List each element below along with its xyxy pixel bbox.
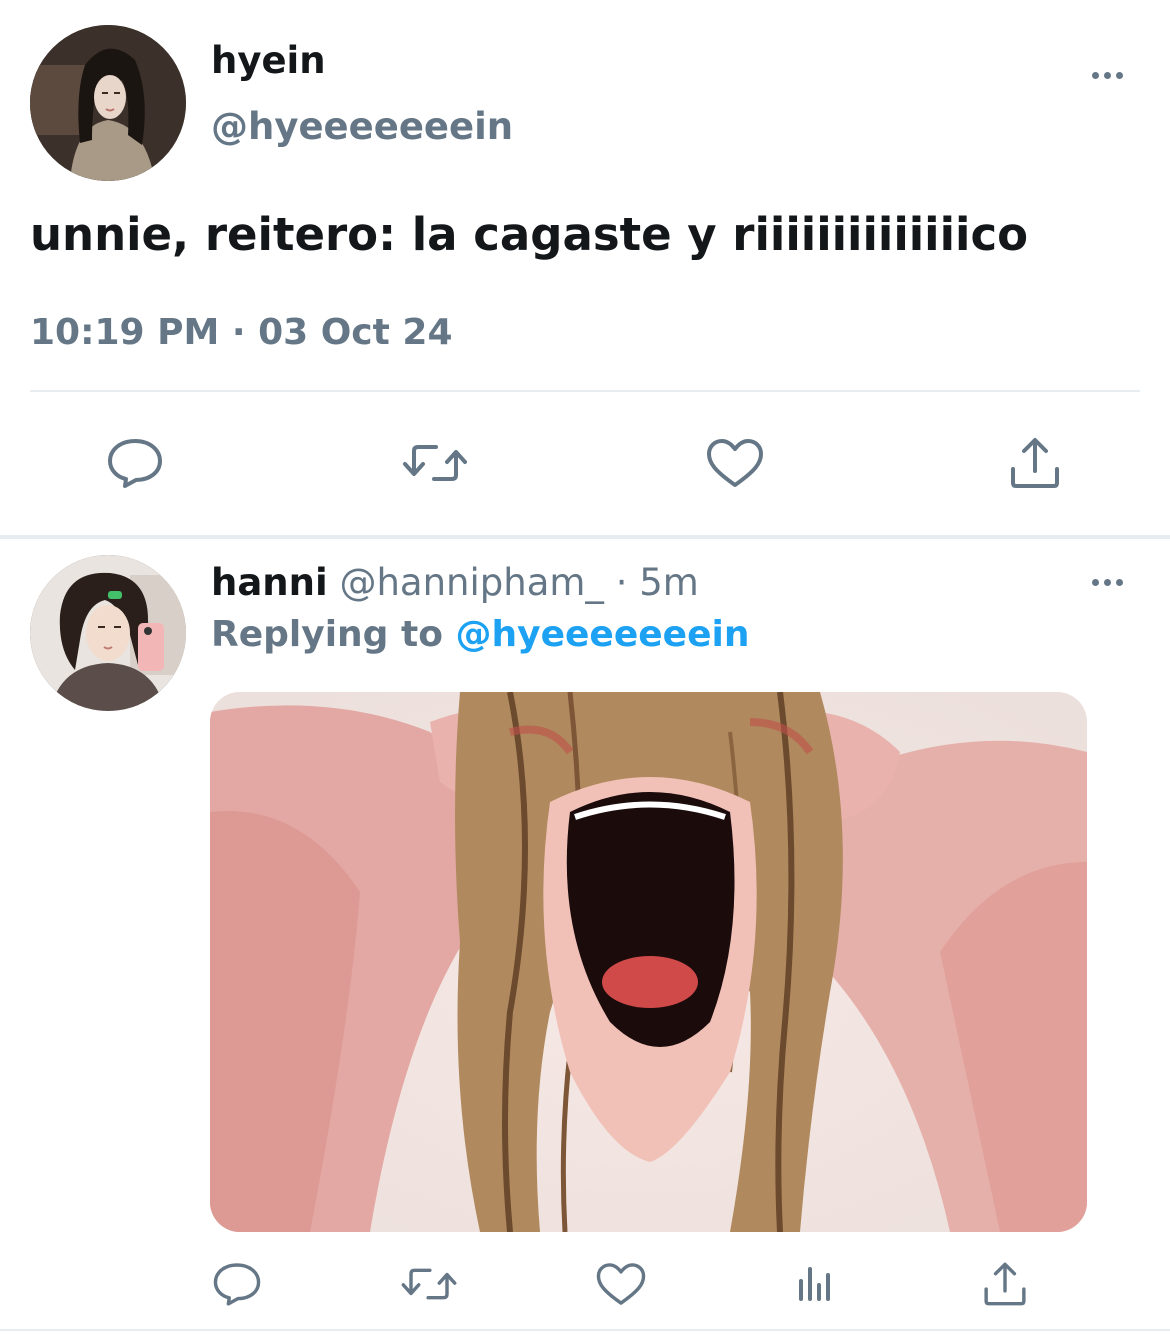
retweet-icon	[403, 445, 467, 481]
reply-author-display-name[interactable]: hanni	[211, 561, 328, 604]
retweet-button[interactable]	[398, 432, 472, 494]
like-button[interactable]	[700, 432, 770, 494]
author-display-name[interactable]: hyein	[211, 38, 326, 84]
tweet-text: unnie, reitero: la cagaste y riiiiiiiiii…	[30, 208, 1029, 261]
reply-media-image[interactable]	[210, 692, 1087, 1232]
section-divider	[0, 535, 1170, 539]
reply-header: hanni @hannipham_ · 5m	[211, 560, 699, 606]
avatar-hanni[interactable]	[30, 555, 186, 711]
avatar-hyein[interactable]	[30, 25, 186, 181]
author-handle[interactable]: @hyeeeeeeein	[211, 104, 513, 150]
divider	[30, 390, 1140, 392]
more-options-icon[interactable]	[1083, 567, 1131, 597]
bottom-divider	[0, 1329, 1170, 1331]
analytics-button[interactable]	[785, 1255, 845, 1313]
share-icon	[1011, 438, 1059, 488]
reply-author-handle[interactable]: @hannipham_	[339, 561, 603, 604]
reply-relative-time[interactable]: 5m	[639, 561, 699, 604]
more-options-icon[interactable]	[1083, 60, 1131, 90]
like-icon	[596, 1263, 646, 1305]
reply-button[interactable]	[100, 432, 170, 494]
profile-photo-icon	[30, 555, 186, 711]
share-button[interactable]	[1000, 432, 1070, 494]
header-separator: ·	[615, 561, 628, 604]
analytics-icon	[799, 1267, 830, 1301]
like-icon	[707, 439, 763, 487]
reply-button[interactable]	[205, 1255, 269, 1313]
replying-to-handle-link[interactable]: @hyeeeeeeein	[455, 614, 749, 655]
like-button[interactable]	[590, 1255, 652, 1313]
reply-icon	[213, 1263, 261, 1306]
profile-photo-icon	[30, 25, 186, 181]
screaming-anime-character-image	[210, 692, 1087, 1232]
retweet-icon	[401, 1268, 457, 1300]
main-tweet: hyein @hyeeeeeeein unnie, reitero: la ca…	[0, 0, 1170, 535]
share-button[interactable]	[975, 1255, 1035, 1313]
retweet-button[interactable]	[396, 1255, 462, 1313]
share-icon	[984, 1262, 1026, 1306]
reply-icon	[108, 439, 162, 488]
replying-to: Replying to @hyeeeeeeein	[211, 612, 749, 658]
tweet-timestamp[interactable]: 10:19 PM · 03 Oct 24	[30, 310, 453, 356]
replying-to-label: Replying to	[211, 614, 443, 655]
